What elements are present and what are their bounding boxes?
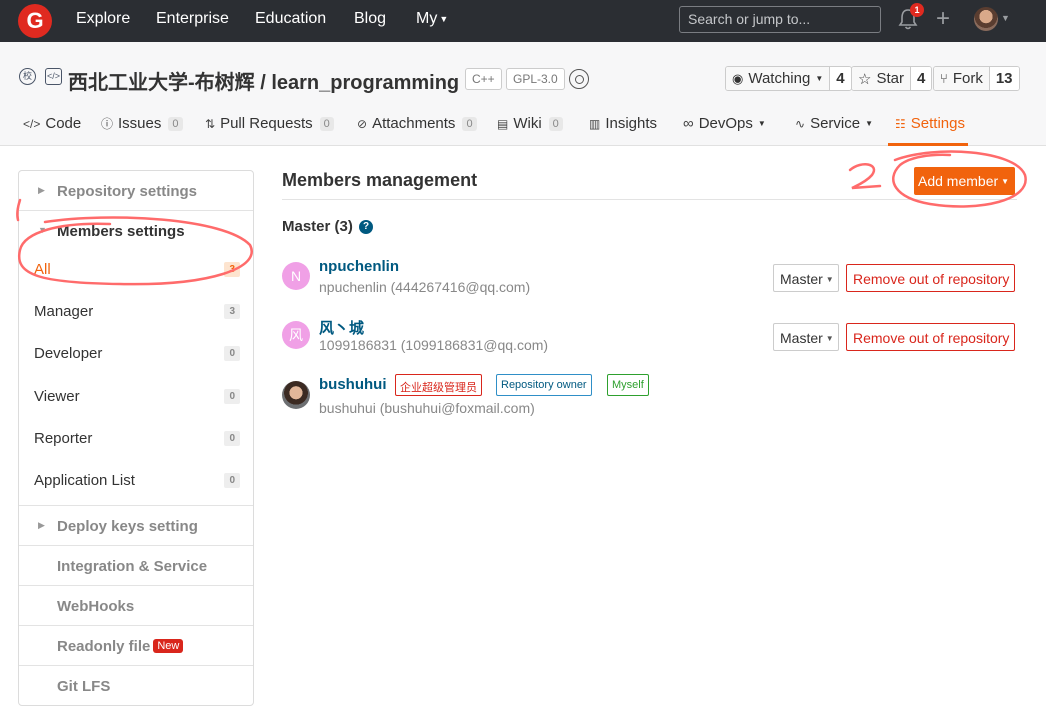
- school-icon: 校: [19, 68, 36, 85]
- star-button[interactable]: ☆ Star 4: [851, 66, 933, 91]
- myself-badge: Myself: [607, 374, 649, 396]
- sidebar-integration-service[interactable]: Integration & Service: [19, 546, 253, 586]
- chevron-down-icon: ▼: [825, 334, 834, 343]
- active-tab-indicator: [888, 143, 968, 146]
- repository-owner-badge: Repository owner: [496, 374, 592, 396]
- award-icon[interactable]: [569, 69, 589, 89]
- nav-enterprise[interactable]: Enterprise: [156, 10, 229, 28]
- gitee-logo[interactable]: G: [18, 4, 52, 38]
- avatar[interactable]: N: [282, 262, 310, 290]
- sidebar-item-developer[interactable]: Developer 0: [19, 333, 253, 375]
- infinity-icon: ∞: [683, 115, 694, 132]
- code-icon: </>: [45, 68, 62, 85]
- tab-settings[interactable]: ☷ Settings: [895, 115, 965, 132]
- chevron-down-icon: ▼: [825, 275, 834, 284]
- book-icon: ▤: [497, 116, 509, 131]
- caret-right-icon: ▶: [38, 520, 45, 530]
- help-icon[interactable]: ?: [359, 220, 373, 234]
- fork-count[interactable]: 13: [988, 67, 1019, 90]
- tab-service[interactable]: ∿ Service ▼: [795, 115, 873, 132]
- sidebar-item-manager[interactable]: Manager 3: [19, 291, 253, 333]
- add-member-button[interactable]: Add member ▼: [914, 167, 1015, 195]
- caret-down-icon: ▼: [38, 225, 47, 235]
- tab-issues[interactable]: ⓘ Issues 0: [101, 115, 183, 132]
- bar-chart-icon: ▥: [589, 116, 601, 131]
- settings-icon: ☷: [895, 116, 906, 131]
- notification-badge: 1: [910, 3, 924, 17]
- divider: [282, 199, 1017, 200]
- plus-icon[interactable]: +: [936, 7, 950, 31]
- issue-icon: ⓘ: [101, 117, 114, 131]
- avatar[interactable]: 风: [282, 321, 310, 349]
- settings-sidebar: ▶ Repository settings ▼ Members settings A…: [18, 170, 254, 706]
- sidebar-members-settings[interactable]: ▼ Members settings: [19, 211, 253, 251]
- sidebar-item-viewer[interactable]: Viewer 0: [19, 376, 253, 418]
- search-input[interactable]: Search or jump to...: [679, 6, 881, 33]
- nav-my-menu[interactable]: My ▼: [416, 10, 448, 28]
- paperclip-icon: ⊘: [357, 116, 368, 131]
- watch-button[interactable]: ◉ Watching ▼ 4: [725, 66, 852, 91]
- member-name[interactable]: npuchenlin: [319, 258, 399, 275]
- enterprise-admin-badge: 企业超级管理员: [395, 374, 482, 396]
- tab-devops[interactable]: ∞ DevOps ▼: [683, 115, 766, 132]
- sidebar-repository-settings[interactable]: ▶ Repository settings: [19, 171, 253, 211]
- member-detail: npuchenlin (444267416@qq.com): [319, 279, 531, 295]
- license-tag[interactable]: GPL-3.0: [506, 68, 565, 90]
- code-icon: </>: [23, 116, 41, 131]
- sidebar-item-application-list[interactable]: Application List 0: [19, 460, 253, 506]
- member-detail: bushuhui (bushuhui@foxmail.com): [319, 400, 535, 416]
- tab-pull-requests[interactable]: ⇅ Pull Requests 0: [205, 115, 334, 132]
- fork-button[interactable]: ⑂ Fork 13: [933, 66, 1020, 91]
- member-detail: 1099186831 (1099186831@qq.com): [319, 337, 549, 353]
- fork-icon: ⑂: [940, 71, 948, 86]
- pull-request-icon: ⇅: [205, 116, 216, 131]
- group-title: Master (3): [282, 218, 353, 235]
- sidebar-deploy-keys[interactable]: ▶ Deploy keys setting: [19, 506, 253, 546]
- chevron-down-icon: ▼: [865, 119, 874, 128]
- chevron-down-icon: ▼: [815, 74, 824, 83]
- avatar[interactable]: [282, 381, 310, 409]
- chevron-down-icon: ▼: [1001, 177, 1010, 186]
- chevron-down-icon[interactable]: ▼: [1001, 13, 1010, 23]
- member-name[interactable]: 风丶城: [319, 317, 364, 338]
- repo-title[interactable]: 西北工业大学-布树辉 / learn_programming: [68, 66, 459, 95]
- role-select[interactable]: Master ▼: [773, 323, 839, 351]
- remove-member-button[interactable]: Remove out of repository: [846, 323, 1015, 351]
- tab-code[interactable]: </> Code: [23, 115, 81, 132]
- role-select[interactable]: Master ▼: [773, 264, 839, 292]
- nav-education[interactable]: Education: [255, 10, 326, 28]
- eye-icon: ◉: [732, 70, 744, 86]
- tab-insights[interactable]: ▥ Insights: [589, 115, 657, 132]
- star-icon: ☆: [858, 70, 872, 88]
- remove-member-button[interactable]: Remove out of repository: [846, 264, 1015, 292]
- chevron-down-icon: ▼: [439, 13, 449, 24]
- sidebar-readonly-file[interactable]: Readonly file New: [19, 626, 253, 666]
- sidebar-webhooks[interactable]: WebHooks: [19, 586, 253, 626]
- caret-right-icon: ▶: [38, 185, 45, 195]
- star-count[interactable]: 4: [909, 67, 932, 90]
- sidebar-item-reporter[interactable]: Reporter 0: [19, 418, 253, 460]
- member-name[interactable]: bushuhui: [319, 376, 387, 393]
- top-navbar: G Explore Enterprise Education Blog My ▼ …: [0, 0, 1046, 42]
- nav-explore[interactable]: Explore: [76, 10, 130, 28]
- pulse-icon: ∿: [795, 116, 806, 131]
- chevron-down-icon: ▼: [757, 119, 766, 128]
- sidebar-git-lfs[interactable]: Git LFS: [19, 666, 253, 706]
- watch-count[interactable]: 4: [829, 67, 851, 90]
- page-title: Members management: [282, 170, 478, 190]
- user-avatar[interactable]: [974, 7, 998, 31]
- tab-attachments[interactable]: ⊘ Attachments 0: [357, 115, 477, 132]
- nav-blog[interactable]: Blog: [354, 10, 386, 28]
- sidebar-item-all[interactable]: All 3: [19, 249, 253, 291]
- language-tag[interactable]: C++: [465, 68, 502, 90]
- tab-wiki[interactable]: ▤ Wiki 0: [497, 115, 563, 132]
- new-badge: New: [153, 639, 184, 653]
